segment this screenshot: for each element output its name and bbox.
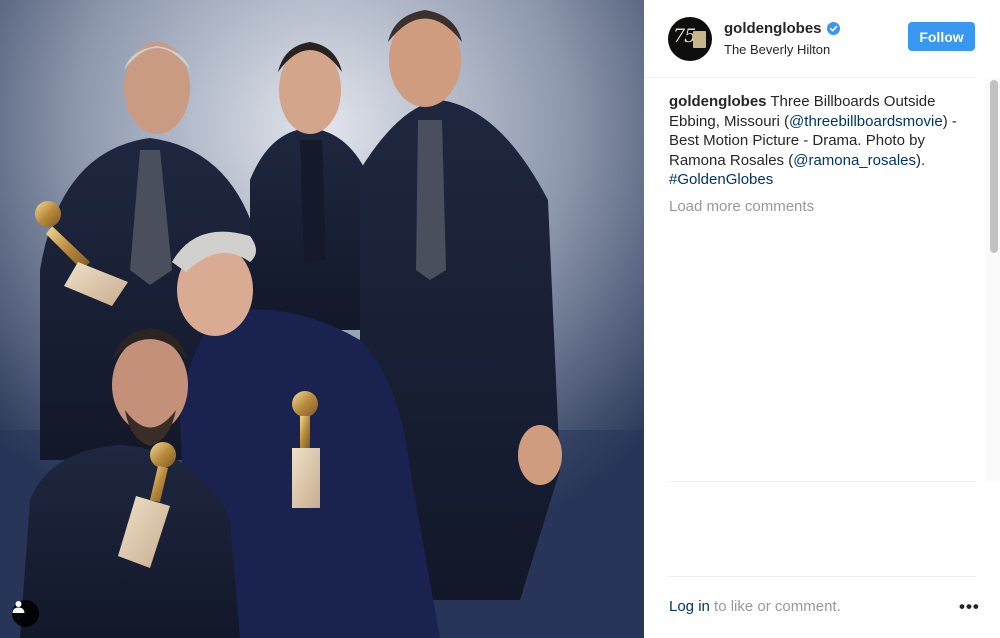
more-options-icon[interactable]: ••• xyxy=(959,597,979,617)
login-prompt: Log in to like or comment. xyxy=(669,598,979,615)
caption-author[interactable]: goldenglobes xyxy=(669,93,767,110)
post-photo[interactable] xyxy=(0,0,644,638)
divider xyxy=(668,576,976,577)
follow-button[interactable]: Follow xyxy=(908,22,975,51)
account-identity: goldenglobes The Beverly Hilton xyxy=(724,20,840,57)
mention-link[interactable]: @threebillboardsmovie xyxy=(789,113,943,130)
load-more-comments-button[interactable]: Load more comments xyxy=(669,197,969,217)
avatar[interactable]: 75 xyxy=(668,16,712,61)
scrollbar-thumb[interactable] xyxy=(990,80,998,253)
post-header: 75 goldenglobes The Beverly Hilton Follo… xyxy=(644,0,976,78)
group-photo-illustration xyxy=(0,0,644,638)
post-location[interactable]: The Beverly Hilton xyxy=(724,42,840,57)
login-link[interactable]: Log in xyxy=(669,598,710,615)
account-handle[interactable]: goldenglobes xyxy=(724,20,822,37)
golden-globe-trophy-icon xyxy=(292,391,320,508)
avatar-mark: 75 xyxy=(673,24,696,47)
handle-row: goldenglobes xyxy=(724,20,840,37)
login-prompt-text: to like or comment. xyxy=(709,598,841,615)
hashtag-link[interactable]: #GoldenGlobes xyxy=(669,171,773,188)
mention-link[interactable]: @ramona_rosales xyxy=(793,152,916,169)
user-tag-icon[interactable] xyxy=(12,600,39,627)
caption-text: ). xyxy=(916,151,926,169)
avatar-emblem xyxy=(693,30,706,48)
verified-badge-icon xyxy=(826,22,840,35)
caption: goldenglobes Three Billboards Outside Eb… xyxy=(669,92,969,216)
divider xyxy=(668,481,976,482)
post-side-panel: 75 goldenglobes The Beverly Hilton Follo… xyxy=(644,0,1000,638)
